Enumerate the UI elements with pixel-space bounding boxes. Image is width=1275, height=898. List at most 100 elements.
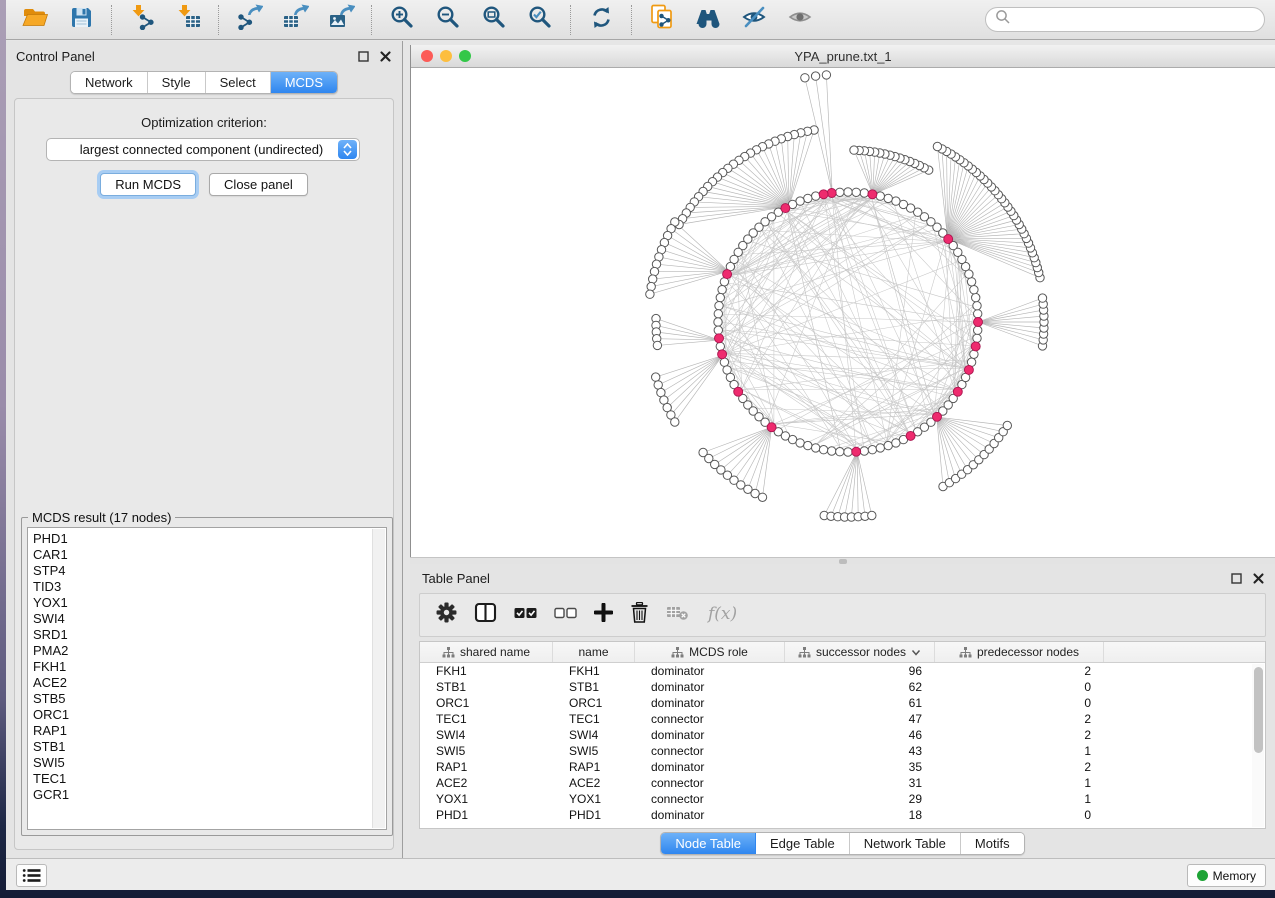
cell-shared-name[interactable]: FKH1	[420, 663, 553, 679]
table-row[interactable]: ORC1ORC1dominator610	[420, 695, 1265, 711]
import-network-button[interactable]	[123, 4, 161, 36]
cell-successor-nodes[interactable]: 46	[785, 727, 935, 743]
cell-predecessor-nodes[interactable]: 2	[935, 711, 1104, 727]
zoom-fit-button[interactable]	[475, 4, 513, 36]
close-panel-button[interactable]	[379, 50, 392, 63]
table-row[interactable]: YOX1YOX1connector291	[420, 791, 1265, 807]
mcds-result-item[interactable]: CAR1	[33, 547, 386, 563]
mcds-result-item[interactable]: SWI5	[33, 755, 386, 771]
cell-successor-nodes[interactable]: 62	[785, 679, 935, 695]
cell-name[interactable]: SWI4	[553, 727, 635, 743]
table-row[interactable]: RAP1RAP1dominator352	[420, 759, 1265, 775]
cell-name[interactable]: ACE2	[553, 775, 635, 791]
mcds-result-item[interactable]: STB5	[33, 691, 386, 707]
mcds-list-scrollbar[interactable]	[372, 529, 385, 828]
mcds-result-item[interactable]: PMA2	[33, 643, 386, 659]
cell-successor-nodes[interactable]: 29	[785, 791, 935, 807]
memory-button[interactable]: Memory	[1187, 864, 1266, 887]
select-all-button[interactable]	[514, 606, 537, 624]
mcds-result-item[interactable]: ORC1	[33, 707, 386, 723]
task-history-button[interactable]	[16, 864, 47, 887]
deselect-all-button[interactable]	[554, 606, 577, 624]
tab-network[interactable]: Network	[71, 72, 148, 93]
zoom-out-button[interactable]	[429, 4, 467, 36]
cell-predecessor-nodes[interactable]: 1	[935, 775, 1104, 791]
mcds-result-item[interactable]: PHD1	[33, 531, 386, 547]
column-chooser-button[interactable]	[474, 602, 497, 628]
zoom-in-button[interactable]	[383, 4, 421, 36]
float-panel-button[interactable]	[357, 50, 370, 63]
cell-shared-name[interactable]: SWI5	[420, 743, 553, 759]
cell-successor-nodes[interactable]: 96	[785, 663, 935, 679]
cell-name[interactable]: TEC1	[553, 711, 635, 727]
cell-predecessor-nodes[interactable]: 0	[935, 807, 1104, 823]
binoculars-button[interactable]	[689, 4, 727, 36]
table-row[interactable]: PHD1PHD1dominator180	[420, 807, 1265, 823]
mcds-result-item[interactable]: TEC1	[33, 771, 386, 787]
cell-name[interactable]: RAP1	[553, 759, 635, 775]
cell-mcds-role[interactable]: dominator	[635, 759, 785, 775]
table-tab-node-table[interactable]: Node Table	[661, 833, 756, 854]
cell-shared-name[interactable]: SWI4	[420, 727, 553, 743]
cell-mcds-role[interactable]: dominator	[635, 663, 785, 679]
mcds-result-item[interactable]: ACE2	[33, 675, 386, 691]
table-row[interactable]: TEC1TEC1connector472	[420, 711, 1265, 727]
cell-predecessor-nodes[interactable]: 0	[935, 679, 1104, 695]
mcds-result-item[interactable]: STB1	[33, 739, 386, 755]
cell-shared-name[interactable]: ACE2	[420, 775, 553, 791]
cell-name[interactable]: YOX1	[553, 791, 635, 807]
cell-predecessor-nodes[interactable]: 0	[935, 695, 1104, 711]
search-input[interactable]	[1017, 12, 1255, 27]
add-row-button[interactable]	[594, 603, 613, 627]
cell-predecessor-nodes[interactable]: 2	[935, 663, 1104, 679]
cell-mcds-role[interactable]: dominator	[635, 679, 785, 695]
close-window-traffic-light[interactable]	[421, 50, 433, 62]
table-tab-motifs[interactable]: Motifs	[961, 833, 1024, 854]
cell-mcds-role[interactable]: dominator	[635, 807, 785, 823]
cell-successor-nodes[interactable]: 43	[785, 743, 935, 759]
cell-successor-nodes[interactable]: 35	[785, 759, 935, 775]
mcds-result-list[interactable]: PHD1CAR1STP4TID3YOX1SWI4SRD1PMA2FKH1ACE2…	[27, 527, 387, 830]
optimization-criterion-select[interactable]: largest connected component (undirected)	[46, 138, 360, 161]
search-box[interactable]	[985, 7, 1265, 32]
cell-shared-name[interactable]: RAP1	[420, 759, 553, 775]
close-table-panel-button[interactable]	[1252, 572, 1265, 585]
cell-predecessor-nodes[interactable]: 2	[935, 727, 1104, 743]
cell-mcds-role[interactable]: dominator	[635, 727, 785, 743]
export-image-button[interactable]	[322, 4, 360, 36]
table-scrollbar-thumb[interactable]	[1254, 667, 1263, 753]
mcds-result-item[interactable]: SWI4	[33, 611, 386, 627]
zoom-window-traffic-light[interactable]	[459, 50, 471, 62]
cell-successor-nodes[interactable]: 47	[785, 711, 935, 727]
cell-mcds-role[interactable]: connector	[635, 711, 785, 727]
open-file-button[interactable]	[16, 4, 54, 36]
cell-name[interactable]: PHD1	[553, 807, 635, 823]
table-scrollbar[interactable]	[1252, 664, 1264, 827]
cell-successor-nodes[interactable]: 18	[785, 807, 935, 823]
network-canvas[interactable]	[411, 68, 1275, 557]
network-graph[interactable]	[411, 68, 1275, 557]
table-settings-button[interactable]	[436, 602, 457, 628]
network-from-selection-button[interactable]	[643, 4, 681, 36]
mcds-result-item[interactable]: SRD1	[33, 627, 386, 643]
cell-predecessor-nodes[interactable]: 2	[935, 759, 1104, 775]
column-header-predecessor-nodes[interactable]: predecessor nodes	[935, 642, 1104, 662]
column-header-name[interactable]: name	[553, 642, 635, 662]
save-session-button[interactable]	[62, 4, 100, 36]
hide-selected-button[interactable]	[735, 4, 773, 36]
cell-shared-name[interactable]: TEC1	[420, 711, 553, 727]
tab-mcds[interactable]: MCDS	[271, 72, 337, 93]
mcds-result-item[interactable]: RAP1	[33, 723, 386, 739]
import-table-button[interactable]	[169, 4, 207, 36]
cell-mcds-role[interactable]: connector	[635, 791, 785, 807]
table-row[interactable]: SWI5SWI5connector431	[420, 743, 1265, 759]
column-header-successor-nodes[interactable]: successor nodes	[785, 642, 935, 662]
export-network-button[interactable]	[230, 4, 268, 36]
cell-predecessor-nodes[interactable]: 1	[935, 743, 1104, 759]
cell-shared-name[interactable]: PHD1	[420, 807, 553, 823]
close-panel-button-mcds[interactable]: Close panel	[209, 173, 308, 196]
table-tab-edge-table[interactable]: Edge Table	[756, 833, 850, 854]
node-table[interactable]: shared namename MCDS role successor node…	[419, 641, 1266, 829]
table-row[interactable]: FKH1FKH1dominator962	[420, 663, 1265, 679]
zoom-selected-button[interactable]	[521, 4, 559, 36]
